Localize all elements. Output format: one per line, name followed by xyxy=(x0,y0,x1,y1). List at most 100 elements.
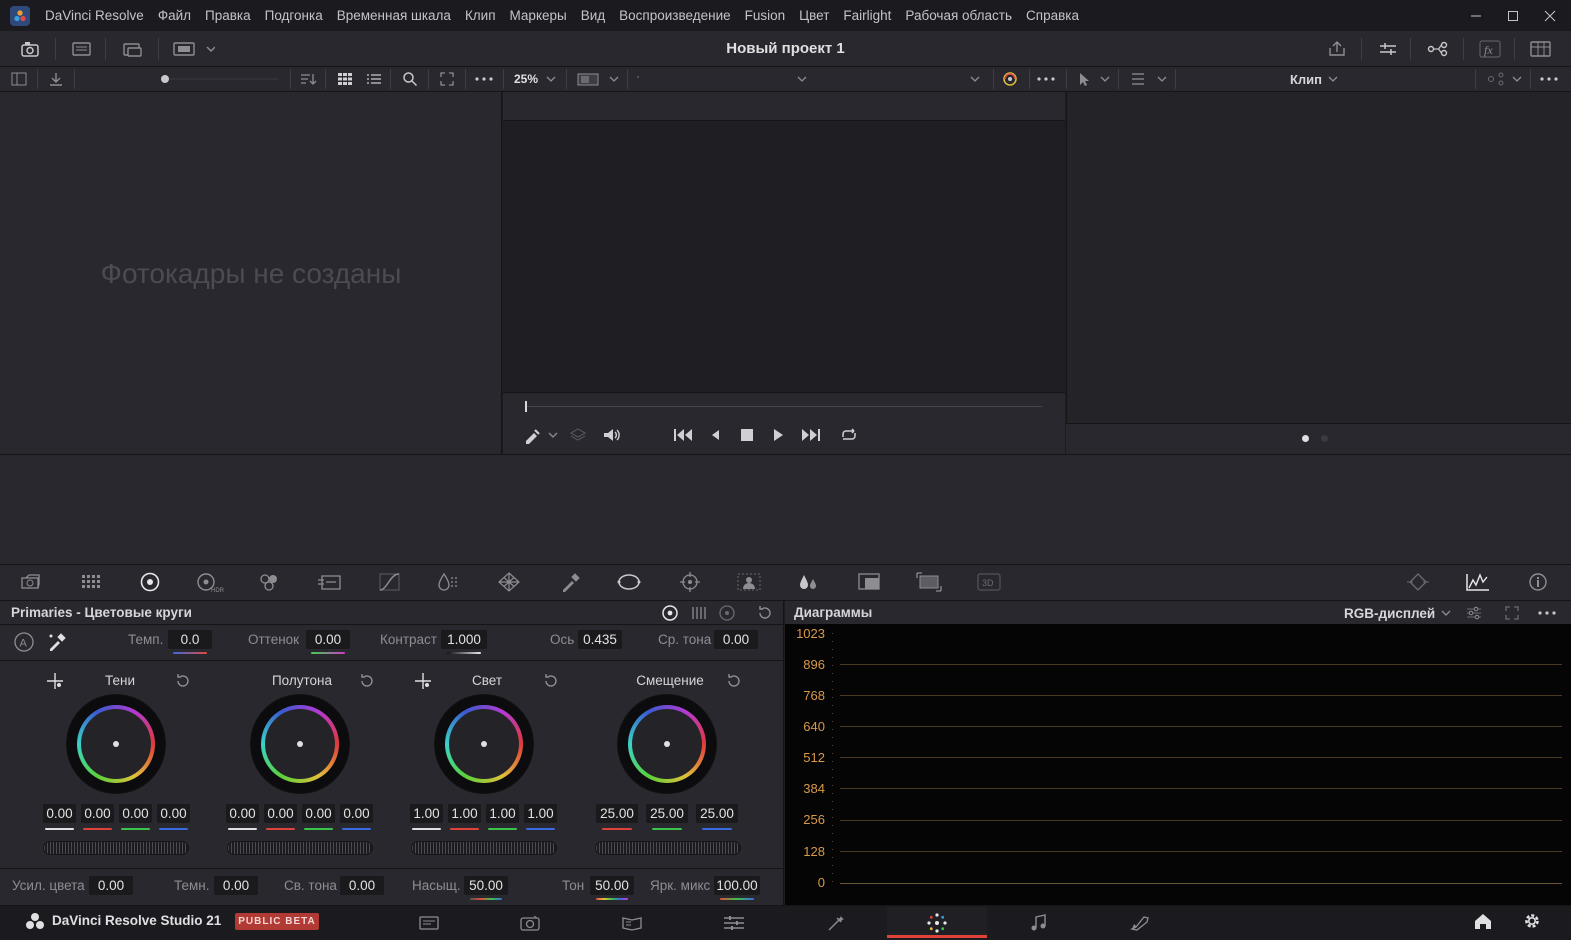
gamma-r-field[interactable]: 0.00 xyxy=(264,804,297,823)
mixer-icon[interactable] xyxy=(1374,38,1402,60)
warper-mesh-icon[interactable] xyxy=(494,570,524,594)
offset-puck[interactable] xyxy=(664,741,670,747)
page-dot[interactable] xyxy=(1321,435,1328,442)
auto-balance-button[interactable]: A xyxy=(13,631,35,653)
thumbnail-size-slider[interactable] xyxy=(158,70,278,88)
rgb-mixer-icon[interactable] xyxy=(254,570,284,594)
gallery-toggle-icon[interactable] xyxy=(17,38,45,60)
tracker-icon[interactable] xyxy=(675,570,705,594)
highlight-icon[interactable] xyxy=(999,70,1021,88)
gamma-g-field[interactable]: 0.00 xyxy=(302,804,335,823)
minimize-button[interactable] xyxy=(1456,0,1496,31)
hdr-wheels-icon[interactable]: HDR xyxy=(194,570,224,594)
gain-b-field[interactable]: 1.00 xyxy=(524,804,557,823)
layers-icon[interactable] xyxy=(569,426,589,444)
import-still-icon[interactable] xyxy=(46,70,66,88)
lift-reset-icon[interactable] xyxy=(173,671,193,691)
scope-options-icon[interactable] xyxy=(1536,603,1562,623)
stop-icon[interactable] xyxy=(738,426,756,444)
temp-field[interactable]: 0.0 xyxy=(168,630,212,649)
menu-fusion[interactable]: Fusion xyxy=(738,8,793,23)
volume-icon[interactable] xyxy=(602,426,624,444)
scopes-icon[interactable] xyxy=(1463,570,1493,594)
effects-fx-icon[interactable]: fx xyxy=(1476,38,1504,60)
share-icon[interactable] xyxy=(1323,38,1351,60)
sizing-icon[interactable] xyxy=(914,570,944,594)
close-button[interactable] xyxy=(1530,0,1570,31)
playhead[interactable] xyxy=(525,401,527,412)
page-edit[interactable] xyxy=(582,907,682,938)
saturation-field[interactable]: 50.00 xyxy=(464,876,508,895)
secondary-dropdown[interactable] xyxy=(960,70,990,88)
scope-mode-dropdown[interactable]: RGB-дисплей xyxy=(1344,603,1453,623)
gamma-puck[interactable] xyxy=(297,741,303,747)
gallery-options-icon[interactable] xyxy=(472,70,496,88)
lightbox-icon[interactable] xyxy=(1527,38,1555,60)
menu-playback[interactable]: Воспроизведение xyxy=(612,8,737,23)
key-icon[interactable] xyxy=(855,570,885,594)
lift-b-field[interactable]: 0.00 xyxy=(157,804,190,823)
info-icon[interactable] xyxy=(1523,570,1553,594)
offset-r-field[interactable]: 25.00 xyxy=(596,804,638,823)
menu-trim[interactable]: Подгонка xyxy=(258,8,330,23)
gain-puck[interactable] xyxy=(481,741,487,747)
luts-icon[interactable] xyxy=(68,38,96,60)
page-fusion-fx[interactable] xyxy=(786,907,886,938)
offset-b-field[interactable]: 25.00 xyxy=(696,804,738,823)
gain-g-field[interactable]: 1.00 xyxy=(486,804,519,823)
step-back-icon[interactable] xyxy=(708,426,724,444)
lum-mix-field[interactable]: 100.00 xyxy=(714,876,760,895)
pointer-tool-dropdown[interactable] xyxy=(1074,70,1114,88)
timeline-select-dropdown[interactable] xyxy=(630,70,814,88)
page-cut[interactable] xyxy=(480,907,580,938)
menu-color[interactable]: Цвет xyxy=(792,8,836,23)
gamma-master-wheel[interactable] xyxy=(227,841,373,855)
go-to-end-icon[interactable] xyxy=(800,426,822,444)
go-to-start-icon[interactable] xyxy=(672,426,694,444)
list-view-icon[interactable] xyxy=(364,70,384,88)
nodes-icon[interactable] xyxy=(1424,38,1452,60)
midtone-detail-field[interactable]: 0.00 xyxy=(714,630,758,649)
3d-icon[interactable]: 3D xyxy=(974,570,1004,594)
lift-r-field[interactable]: 0.00 xyxy=(81,804,114,823)
color-wheels-icon[interactable] xyxy=(135,570,165,594)
waveform-plot[interactable] xyxy=(785,624,1571,905)
gamma-b-field[interactable]: 0.00 xyxy=(340,804,373,823)
node-options-icon[interactable] xyxy=(1536,70,1562,88)
gain-master-wheel[interactable] xyxy=(411,841,557,855)
viewer-screen[interactable] xyxy=(503,120,1065,393)
lift-picker-icon[interactable] xyxy=(45,671,65,691)
sort-icon[interactable] xyxy=(298,70,318,88)
home-icon[interactable] xyxy=(1472,911,1494,931)
page-fairlight[interactable] xyxy=(989,907,1089,938)
shadows-field[interactable]: 0.00 xyxy=(214,876,258,895)
scope-settings-icon[interactable] xyxy=(1464,603,1486,623)
page-fusion[interactable] xyxy=(684,907,784,938)
loop-icon[interactable] xyxy=(838,426,860,444)
node-editor-panel[interactable] xyxy=(1066,92,1571,454)
gamma-y-field[interactable]: 0.00 xyxy=(226,804,259,823)
keyframes-icon[interactable] xyxy=(1403,570,1433,594)
bars-mode-icon[interactable] xyxy=(689,603,711,623)
contrast-field[interactable]: 1.000 xyxy=(441,630,487,649)
menu-view[interactable]: Вид xyxy=(574,8,612,23)
scrub-bar[interactable] xyxy=(525,406,1042,407)
menu-file[interactable]: Файл xyxy=(151,8,198,23)
curves-icon[interactable] xyxy=(375,570,405,594)
color-boost-field[interactable]: 0.00 xyxy=(89,876,133,895)
gamma-reset-icon[interactable] xyxy=(357,671,377,691)
camera-raw-icon[interactable] xyxy=(17,570,47,594)
zoom-dropdown[interactable]: 25% xyxy=(510,70,564,88)
scope-expand-icon[interactable] xyxy=(1502,603,1524,623)
menu-markers[interactable]: Маркеры xyxy=(503,8,574,23)
offset-master-wheel[interactable] xyxy=(595,841,741,855)
magic-mask-icon[interactable] xyxy=(735,570,765,594)
expand-icon[interactable] xyxy=(437,70,457,88)
reset-all-icon[interactable] xyxy=(755,603,777,623)
gain-y-field[interactable]: 1.00 xyxy=(410,804,443,823)
node-graph-dropdown[interactable] xyxy=(1484,70,1526,88)
maximize-button[interactable] xyxy=(1493,0,1533,31)
page-dot-active[interactable] xyxy=(1302,435,1309,442)
tint-field[interactable]: 0.00 xyxy=(306,630,350,649)
gain-reset-icon[interactable] xyxy=(541,671,561,691)
